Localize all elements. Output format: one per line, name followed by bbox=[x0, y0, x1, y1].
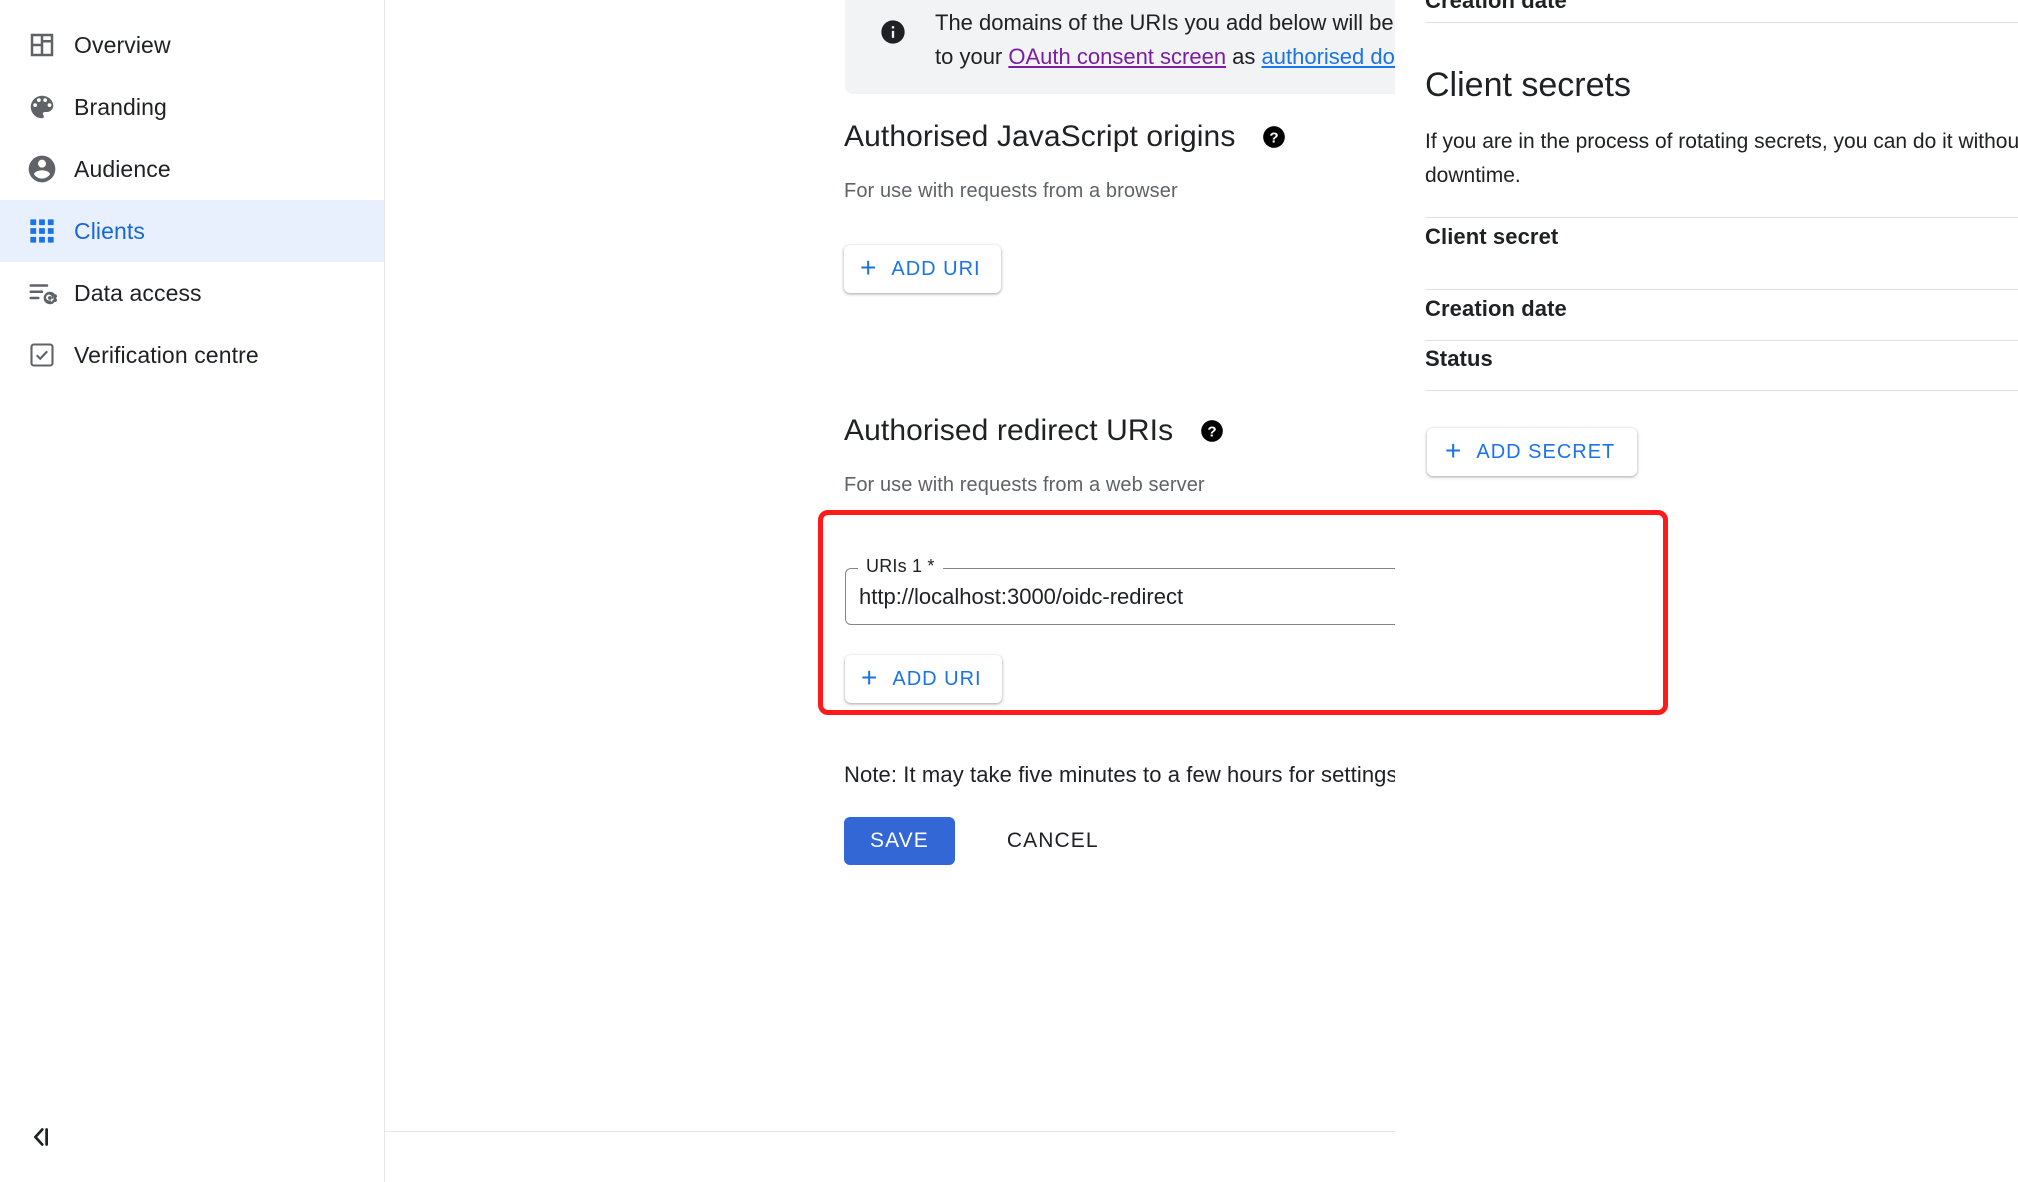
form-actions: SAVE CANCEL bbox=[844, 817, 1117, 865]
plus-icon: + bbox=[861, 662, 879, 693]
sidebar-item-label: Verification centre bbox=[74, 341, 259, 368]
account-circle-icon bbox=[22, 149, 62, 189]
javascript-origins-section: Authorised JavaScript origins ? For use … bbox=[844, 120, 1287, 293]
add-uri-label: ADD URI bbox=[891, 257, 981, 280]
javascript-origins-subtitle: For use with requests from a browser bbox=[844, 180, 1178, 202]
oauth-clients-page: Overview Branding Audience Clients Data … bbox=[0, 0, 2018, 1182]
redirect-uris-section: Authorised redirect URIs ? For use with … bbox=[844, 414, 1225, 497]
redirect-uris-subtitle: For use with requests from a web server bbox=[844, 474, 1205, 496]
cancel-button[interactable]: CANCEL bbox=[989, 817, 1117, 865]
help-icon[interactable]: ? bbox=[1261, 124, 1287, 150]
divider bbox=[1425, 289, 2018, 290]
add-uri-label: ADD URI bbox=[892, 667, 982, 690]
add-redirect-uri-button[interactable]: + ADD URI bbox=[845, 655, 1002, 703]
sidebar-item-label: Audience bbox=[74, 155, 171, 182]
sidebar-item-branding[interactable]: Branding bbox=[0, 76, 384, 138]
creation-date-row-label-top: Creation date bbox=[1425, 0, 1567, 13]
save-button[interactable]: SAVE bbox=[844, 817, 955, 865]
palette-icon bbox=[22, 87, 62, 127]
divider bbox=[1425, 217, 2018, 218]
sidebar-item-label: Overview bbox=[74, 31, 171, 58]
status-row-label: Status bbox=[1425, 346, 1493, 371]
check-box-icon bbox=[22, 335, 62, 375]
overview-icon bbox=[22, 25, 62, 65]
add-javascript-origin-uri-button[interactable]: + ADD URI bbox=[844, 245, 1001, 293]
client-secrets-panel: Creation date Client secrets If you are … bbox=[1395, 0, 2018, 1182]
collapse-panel-icon[interactable] bbox=[18, 1114, 64, 1160]
sidebar-item-label: Clients bbox=[74, 217, 146, 244]
oauth-consent-screen-link[interactable]: OAuth consent screen bbox=[1008, 44, 1226, 69]
info-icon bbox=[879, 18, 907, 51]
sidebar-item-verification-centre[interactable]: Verification centre bbox=[0, 324, 384, 386]
sidebar-item-overview[interactable]: Overview bbox=[0, 14, 384, 76]
svg-text:?: ? bbox=[1208, 424, 1217, 441]
javascript-origins-heading-row: Authorised JavaScript origins ? bbox=[844, 120, 1287, 154]
banner-text-2: as bbox=[1226, 44, 1262, 69]
client-secret-row-label: Client secret bbox=[1425, 224, 1559, 249]
divider bbox=[1425, 390, 2018, 391]
add-secret-label: ADD SECRET bbox=[1476, 440, 1616, 463]
apps-grid-icon bbox=[22, 211, 62, 251]
redirect-uris-heading-row: Authorised redirect URIs ? bbox=[844, 414, 1225, 448]
divider bbox=[1425, 340, 2018, 341]
sidebar-item-clients[interactable]: Clients bbox=[0, 200, 384, 262]
sidebar-item-label: Branding bbox=[74, 93, 167, 120]
sidebar-item-data-access[interactable]: Data access bbox=[0, 262, 384, 324]
plus-icon: + bbox=[1445, 435, 1463, 466]
javascript-origins-title: Authorised JavaScript origins bbox=[844, 120, 1236, 153]
client-secrets-description: If you are in the process of rotating se… bbox=[1425, 130, 2018, 187]
add-secret-button[interactable]: + ADD SECRET bbox=[1427, 428, 1638, 476]
help-icon[interactable]: ? bbox=[1199, 418, 1225, 444]
sidebar-item-label: Data access bbox=[74, 279, 202, 306]
client-secrets-title: Client secrets bbox=[1425, 66, 1631, 104]
sidebar-item-audience[interactable]: Audience bbox=[0, 138, 384, 200]
creation-date-row-label: Creation date bbox=[1425, 296, 1567, 321]
redirect-uris-title: Authorised redirect URIs bbox=[844, 414, 1174, 447]
divider bbox=[1425, 22, 2018, 23]
data-access-icon bbox=[22, 273, 62, 313]
svg-text:?: ? bbox=[1270, 130, 1279, 147]
plus-icon: + bbox=[860, 252, 878, 283]
sidebar-nav: Overview Branding Audience Clients Data … bbox=[0, 0, 385, 1182]
